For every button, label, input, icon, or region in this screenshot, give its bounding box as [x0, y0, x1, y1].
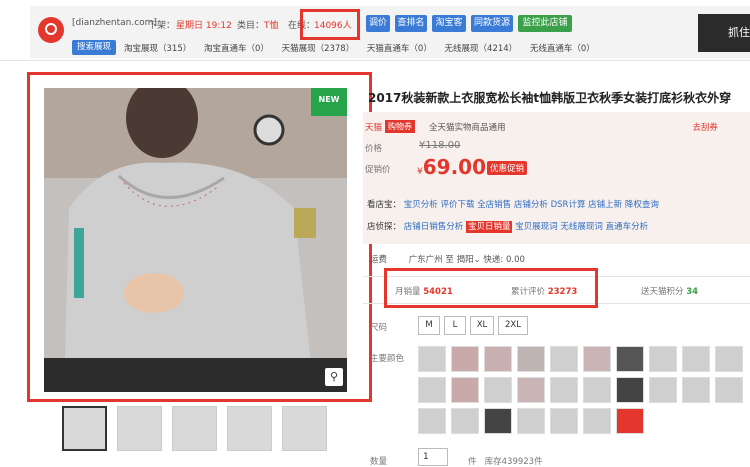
shopping-voucher-badge: 购物券 — [385, 120, 415, 133]
color-swatch[interactable] — [418, 346, 446, 372]
dianzhentan-tools: 店侦探： 店铺日销售分析 宝贝日销量 宝贝展现词 无线展现词 直通车分析 — [367, 221, 649, 233]
side-banner[interactable]: 抓住 — [698, 14, 750, 52]
color-swatch[interactable] — [550, 408, 578, 434]
shop-url[interactable]: [dianzhentan.com] — [72, 18, 157, 28]
color-swatch[interactable] — [517, 346, 545, 372]
size-option-m[interactable]: M — [418, 316, 440, 335]
color-swatch[interactable] — [451, 408, 479, 434]
highlight-box-sales — [384, 268, 598, 308]
highlight-box-image — [27, 72, 372, 402]
color-swatch[interactable] — [550, 346, 578, 372]
size-option-xl[interactable]: XL — [470, 316, 494, 335]
tmall-tag: 天猫 — [365, 123, 383, 133]
display-stats: 淘宝展现（315） 淘宝直通车（0） 天猫展现（2378） 天猫直通车（0） 无… — [124, 42, 605, 54]
kandianbao-tools: 看店宝： 宝贝分析 评价下载 全店销售 店铺分析 DSR计算 店铺上新 降权查询 — [367, 200, 659, 210]
color-label: 主要颜色 — [370, 354, 405, 364]
tool-item-analysis[interactable]: 宝贝分析 — [404, 200, 438, 210]
color-swatch[interactable] — [418, 377, 446, 403]
color-swatch[interactable] — [649, 346, 677, 372]
tool-review-download[interactable]: 评价下载 — [440, 200, 474, 210]
category-label: 类目： — [237, 21, 265, 31]
quantity-input[interactable]: 1 — [418, 448, 448, 466]
highlight-box-online — [300, 9, 360, 40]
stat-wireless-ztc[interactable]: 无线直通车（0） — [530, 44, 595, 54]
search-display-button[interactable]: 搜索展现 — [72, 40, 116, 55]
ship-destination-select[interactable]: 揭阳⌄ — [457, 255, 481, 265]
promo-price-label: 促销价 — [365, 165, 391, 175]
plugin-logo-icon — [38, 17, 64, 43]
category-value: T恤 — [264, 21, 279, 31]
color-swatch[interactable] — [484, 346, 512, 372]
size-option-2xl[interactable]: 2XL — [498, 316, 528, 335]
tool-item-daily-sales[interactable]: 宝贝日销量 — [465, 221, 513, 233]
check-ranking-button[interactable]: 查排名 — [395, 15, 427, 32]
tool-dsr-calc[interactable]: DSR计算 — [551, 200, 586, 210]
quantity-label: 数量 — [370, 457, 388, 467]
stat-taobao-display[interactable]: 淘宝展现（315） — [124, 44, 191, 54]
tool-shop-analysis[interactable]: 店铺分析 — [514, 200, 548, 210]
tool-shop-sales[interactable]: 全店销售 — [477, 200, 511, 210]
color-swatch[interactable] — [616, 408, 644, 434]
tmall-points: 送天猫积分 34 — [641, 287, 699, 297]
size-option-l[interactable]: L — [444, 316, 466, 335]
color-swatch[interactable] — [715, 346, 743, 372]
tool-display-words[interactable]: 宝贝展现词 — [515, 222, 558, 232]
promo-price: ¥69.00 — [417, 155, 486, 179]
voucher-note: 全天猫实物商品通用 — [429, 123, 506, 133]
color-swatch[interactable] — [649, 377, 677, 403]
color-swatch[interactable] — [451, 377, 479, 403]
stat-tmall-ztc[interactable]: 天猫直通车（0） — [367, 44, 432, 54]
stat-tmall-display[interactable]: 天猫展现（2378） — [282, 44, 355, 54]
price-panel: 天猫 购物券 全天猫实物商品通用 去刮券 价格 ¥118.00 促销价 ¥69.… — [363, 112, 750, 244]
color-swatch[interactable] — [616, 377, 644, 403]
color-swatch[interactable] — [682, 377, 710, 403]
product-title: 2017秋装新款上衣服宽松长袖t恤韩版卫衣秋季女装打底衫秋衣外穿 — [368, 91, 732, 105]
monitor-shop-button[interactable]: 监控此店铺 — [518, 15, 572, 32]
color-swatch[interactable] — [583, 377, 611, 403]
color-swatch[interactable] — [583, 346, 611, 372]
color-swatch[interactable] — [484, 408, 512, 434]
listed-value: 星期日 19:12 — [176, 21, 232, 31]
size-label: 尺码 — [370, 323, 388, 333]
color-swatch[interactable] — [517, 377, 545, 403]
tool-ztc-analysis[interactable]: 直通车分析 — [606, 222, 649, 232]
divider — [0, 60, 750, 61]
stock-info: 件 库存439923件 — [468, 457, 543, 467]
color-swatch[interactable] — [484, 377, 512, 403]
promo-badge: 优惠促销 — [487, 161, 528, 175]
thumbnail-2[interactable] — [117, 406, 162, 451]
color-swatch[interactable] — [616, 346, 644, 372]
get-coupon-link[interactable]: 去刮券 — [692, 121, 718, 133]
thumbnail-5[interactable] — [282, 406, 327, 451]
tool-wireless-words[interactable]: 无线展现词 — [560, 222, 603, 232]
color-swatch[interactable] — [451, 346, 479, 372]
thumbnail-3[interactable] — [172, 406, 217, 451]
original-price: ¥118.00 — [419, 140, 461, 151]
price-label: 价格 — [365, 144, 383, 154]
color-swatch[interactable] — [550, 377, 578, 403]
color-swatch[interactable] — [583, 408, 611, 434]
color-swatch[interactable] — [682, 346, 710, 372]
stat-wireless-display[interactable]: 无线展现（4214） — [445, 44, 518, 54]
tool-shop-daily-sales[interactable]: 店铺日销售分析 — [404, 222, 464, 232]
thumbnail-4[interactable] — [227, 406, 272, 451]
color-swatch[interactable] — [418, 408, 446, 434]
stat-taobao-ztc[interactable]: 淘宝直通车（0） — [204, 44, 269, 54]
tool-demotion-check[interactable]: 降权查询 — [625, 200, 659, 210]
taobaoke-button[interactable]: 淘宝客 — [432, 15, 466, 32]
tool-shop-new[interactable]: 店铺上新 — [588, 200, 622, 210]
color-swatch[interactable] — [715, 377, 743, 403]
color-swatch[interactable] — [517, 408, 545, 434]
same-source-button[interactable]: 同款货源 — [471, 15, 513, 32]
listed-label: 下架： — [148, 21, 176, 31]
adjust-price-button[interactable]: 调价 — [366, 15, 390, 32]
thumbnail-1[interactable] — [62, 406, 107, 451]
chevron-down-icon: ⌄ — [473, 255, 481, 265]
shipping-row: 运费 广东广州 至 揭阳⌄ 快递: 0.00 — [370, 255, 525, 265]
